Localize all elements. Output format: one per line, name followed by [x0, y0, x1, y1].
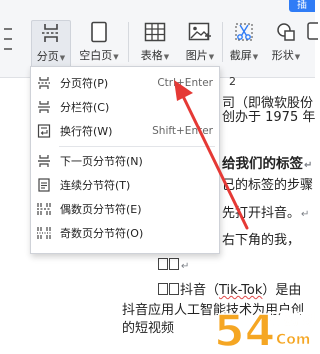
doc-text-line: 创办于 1975 年 [222, 110, 316, 125]
doc-text-line: 己的标签的步骤 [222, 178, 314, 193]
menu-item-label: 分栏符(C) [60, 101, 110, 114]
page-break-label: 分页 [36, 50, 59, 63]
line-break-icon [36, 123, 52, 139]
scissors-icon [231, 20, 257, 44]
screenshot-label: 截屏 [229, 49, 252, 62]
blank-page-button[interactable]: 空白页▼ [77, 20, 121, 68]
menu-item-shortcut: Ctrl+Enter [157, 77, 213, 89]
screenshot-button[interactable]: 截屏▼ [226, 20, 262, 68]
odd-page-section-icon [36, 225, 52, 241]
table-icon [142, 20, 168, 44]
ribbon-divider [128, 22, 129, 62]
menu-item-next-page-section[interactable]: 下一页分节符(N) [31, 149, 219, 173]
menu-item-label: 偶数页分节符(E) [60, 203, 142, 216]
menu-item-label: 换行符(W) [60, 125, 113, 138]
doc-text-line: 的短视频 [122, 321, 175, 336]
blank-page-label: 空白页 [79, 49, 113, 62]
menu-item-shortcut: Shift+Enter [152, 125, 213, 137]
checkbox-placeholder-icon [169, 258, 179, 270]
chevron-down-icon[interactable]: ▼ [164, 53, 169, 61]
menu-item-page-break[interactable]: 分页符(P) Ctrl+Enter [31, 71, 219, 95]
icon-library-button[interactable] [306, 20, 318, 68]
paragraph-mark-icon: ↵ [301, 209, 310, 220]
doc-text-span: 抖音（ [180, 283, 220, 298]
ribbon-left-edge-icon[interactable] [0, 22, 14, 62]
chevron-down-icon[interactable]: ▼ [60, 54, 65, 62]
even-page-section-icon [36, 201, 52, 217]
menu-item-label: 分页符(P) [60, 77, 109, 90]
chevron-down-icon[interactable]: ▼ [209, 53, 214, 61]
chevron-down-icon[interactable]: ▼ [113, 53, 118, 61]
doc-heading-line: 给我们的标签↵ [222, 156, 312, 174]
menu-item-label: 奇数页分节符(O) [60, 227, 144, 240]
blank-page-icon [86, 20, 112, 44]
watermark-big-text: 54 [214, 306, 275, 354]
paragraph-mark-icon: ↵ [181, 261, 190, 272]
chevron-down-icon[interactable]: ▼ [295, 53, 300, 61]
checkbox-placeholder-icon [158, 258, 168, 270]
page-break-dropdown-menu: 分页符(P) Ctrl+Enter 分栏符(C) 换行符(W) Shift+En… [30, 66, 220, 254]
table-label: 表格 [140, 49, 163, 62]
next-page-section-icon [36, 153, 52, 169]
doc-heading-text: 给我们的标签 [222, 156, 303, 172]
table-button[interactable]: 表格▼ [136, 20, 174, 68]
icon-library-icon [299, 20, 320, 44]
menu-item-label: 连续分节符(T) [60, 179, 131, 192]
watermark-logo: 54 手游网 Com [210, 302, 315, 354]
picture-icon [187, 20, 213, 44]
doc-text-line: 右下角的我， [222, 233, 301, 248]
checkbox-placeholder-icon [169, 283, 179, 295]
menu-item-odd-page-section[interactable]: 奇数页分节符(O) [31, 221, 219, 245]
insert-tab[interactable]: 插 [289, 0, 315, 12]
doc-text-line: 2 [229, 75, 236, 88]
page-break-button[interactable]: 分页▼ [31, 20, 71, 68]
menu-item-continuous-section[interactable]: 连续分节符(T) [31, 173, 219, 197]
doc-text-span: ）是由 [262, 283, 302, 298]
menu-item-label: 下一页分节符(N) [60, 155, 143, 168]
picture-label: 图片 [185, 49, 208, 62]
paragraph-mark-icon: ↵ [304, 160, 313, 171]
page-break-icon [38, 21, 64, 45]
page-break-icon [36, 75, 52, 91]
doc-text-span: 先打开抖音。 [222, 206, 301, 221]
continuous-section-icon [36, 177, 52, 193]
column-break-icon [36, 99, 52, 115]
watermark-top-text: 手游网 [270, 310, 315, 328]
doc-text-line: 抖音（Tik-Tok）是由 [158, 283, 301, 299]
doc-spellcheck-word: Tik-Tok [219, 283, 263, 298]
menu-item-even-page-section[interactable]: 偶数页分节符(E) [31, 197, 219, 221]
picture-button[interactable]: 图片▼ [181, 20, 219, 68]
doc-text-line: 先打开抖音。↵ [222, 206, 309, 223]
checkbox-placeholder-icon [158, 283, 168, 295]
menu-separator [59, 146, 215, 147]
menu-item-column-break[interactable]: 分栏符(C) [31, 95, 219, 119]
chevron-down-icon[interactable]: ▼ [253, 53, 258, 61]
shape-label: 形状 [271, 49, 294, 62]
shape-icon [273, 20, 299, 44]
ribbon-divider [222, 22, 223, 62]
doc-checkbox-line: ↵ [158, 258, 189, 275]
watermark-bottom-text: Com [276, 332, 310, 348]
menu-item-line-break[interactable]: 换行符(W) Shift+Enter [31, 119, 219, 143]
